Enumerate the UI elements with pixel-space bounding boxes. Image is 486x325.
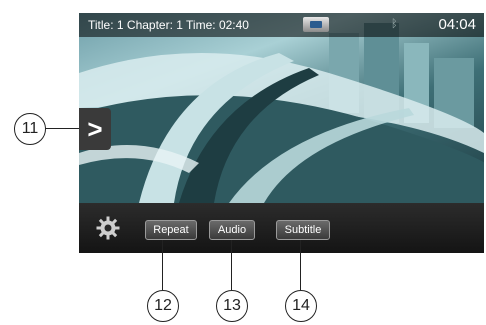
- audio-button[interactable]: Audio: [209, 220, 255, 240]
- status-bar: Title: 1 Chapter: 1 Time: 02:40 ᛒ 04:04: [79, 13, 484, 37]
- dvd-playback-screen: Title: 1 Chapter: 1 Time: 02:40 ᛒ 04:04 …: [79, 13, 484, 253]
- callout-11: 11: [14, 113, 46, 145]
- callout-14: 14: [285, 290, 317, 322]
- callout-13: 13: [216, 290, 248, 322]
- playback-info: Title: 1 Chapter: 1 Time: 02:40: [88, 18, 249, 32]
- clock: 04:04: [438, 16, 476, 33]
- bottom-toolbar: Repeat Audio Subtitle: [79, 203, 484, 253]
- bluetooth-icon: ᛒ: [391, 18, 398, 30]
- callout-14-leader: [300, 240, 302, 290]
- video-frame[interactable]: Title: 1 Chapter: 1 Time: 02:40 ᛒ 04:04 …: [79, 13, 484, 203]
- callout-12: 12: [147, 290, 179, 322]
- chevron-right-icon: >: [87, 113, 103, 144]
- callout-11-leader: [45, 128, 79, 130]
- callout-13-leader: [231, 240, 233, 290]
- callout-12-leader: [162, 240, 164, 290]
- disc-icon: [303, 17, 329, 32]
- repeat-button[interactable]: Repeat: [145, 220, 197, 240]
- subtitle-button[interactable]: Subtitle: [276, 220, 330, 240]
- gear-icon[interactable]: [96, 216, 120, 240]
- side-menu-toggle-button[interactable]: >: [79, 108, 111, 150]
- highway-scene-image: [79, 23, 484, 203]
